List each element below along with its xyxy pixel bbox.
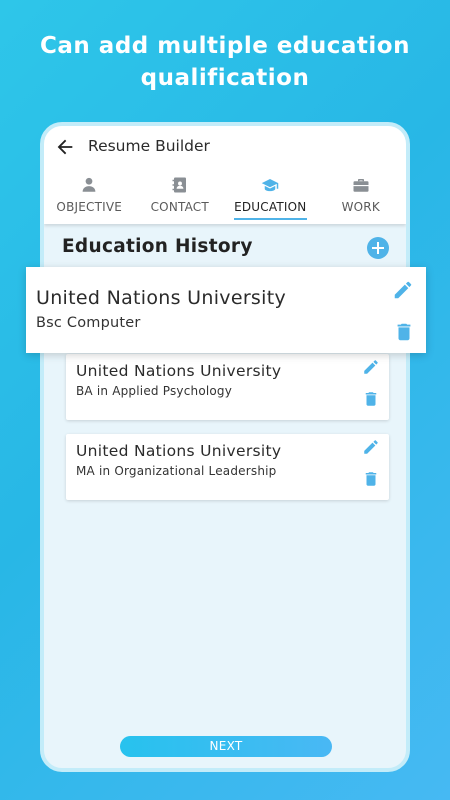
education-card[interactable]: United Nations University BA in Applied …: [66, 354, 389, 420]
tab-work[interactable]: WORK: [316, 174, 407, 220]
tab-bar: OBJECTIVE CONTACT EDUCATION WORK: [44, 174, 406, 220]
section-title: Education History: [62, 236, 253, 257]
education-card[interactable]: United Nations University MA in Organiza…: [66, 434, 389, 500]
tab-objective-label: OBJECTIVE: [56, 200, 123, 214]
headline-line-2: qualification: [140, 65, 310, 91]
delete-icon[interactable]: [393, 321, 415, 343]
contact-book-icon: [172, 177, 186, 193]
next-button[interactable]: NEXT: [120, 736, 332, 757]
tab-contact-label: CONTACT: [150, 200, 209, 214]
education-degree: Bsc Computer: [36, 315, 141, 331]
app-title: Resume Builder: [88, 137, 210, 155]
headline-line-1: Can add multiple education: [40, 33, 410, 59]
delete-icon[interactable]: [362, 470, 380, 488]
tab-contact[interactable]: CONTACT: [135, 174, 226, 220]
tab-objective[interactable]: OBJECTIVE: [44, 174, 135, 220]
featured-education-card[interactable]: United Nations University Bsc Computer: [26, 267, 426, 353]
edit-icon[interactable]: [362, 438, 380, 456]
briefcase-icon: [353, 179, 369, 192]
edit-icon[interactable]: [362, 358, 380, 376]
tab-education[interactable]: EDUCATION: [225, 174, 316, 220]
add-circle-icon[interactable]: [366, 236, 390, 260]
promo-headline: Can add multiple education qualification: [0, 30, 450, 94]
education-degree: MA in Organizational Leadership: [76, 464, 277, 478]
phone-screen: Resume Builder OBJECTIVE CONTACT EDUCATI…: [40, 122, 410, 772]
education-university: United Nations University: [36, 287, 287, 309]
graduation-cap-icon: [262, 179, 279, 192]
delete-icon[interactable]: [362, 390, 380, 408]
arrow-left-icon[interactable]: [54, 136, 76, 158]
tab-work-label: WORK: [341, 200, 380, 214]
education-degree: BA in Applied Psychology: [76, 384, 233, 398]
education-university: United Nations University: [76, 362, 282, 380]
app-bar: Resume Builder OBJECTIVE CONTACT EDUCATI…: [44, 126, 406, 224]
person-icon: [82, 177, 96, 192]
tab-education-label: EDUCATION: [234, 200, 307, 214]
active-tab-indicator: [234, 218, 307, 220]
edit-icon[interactable]: [392, 279, 414, 301]
education-university: United Nations University: [76, 442, 282, 460]
